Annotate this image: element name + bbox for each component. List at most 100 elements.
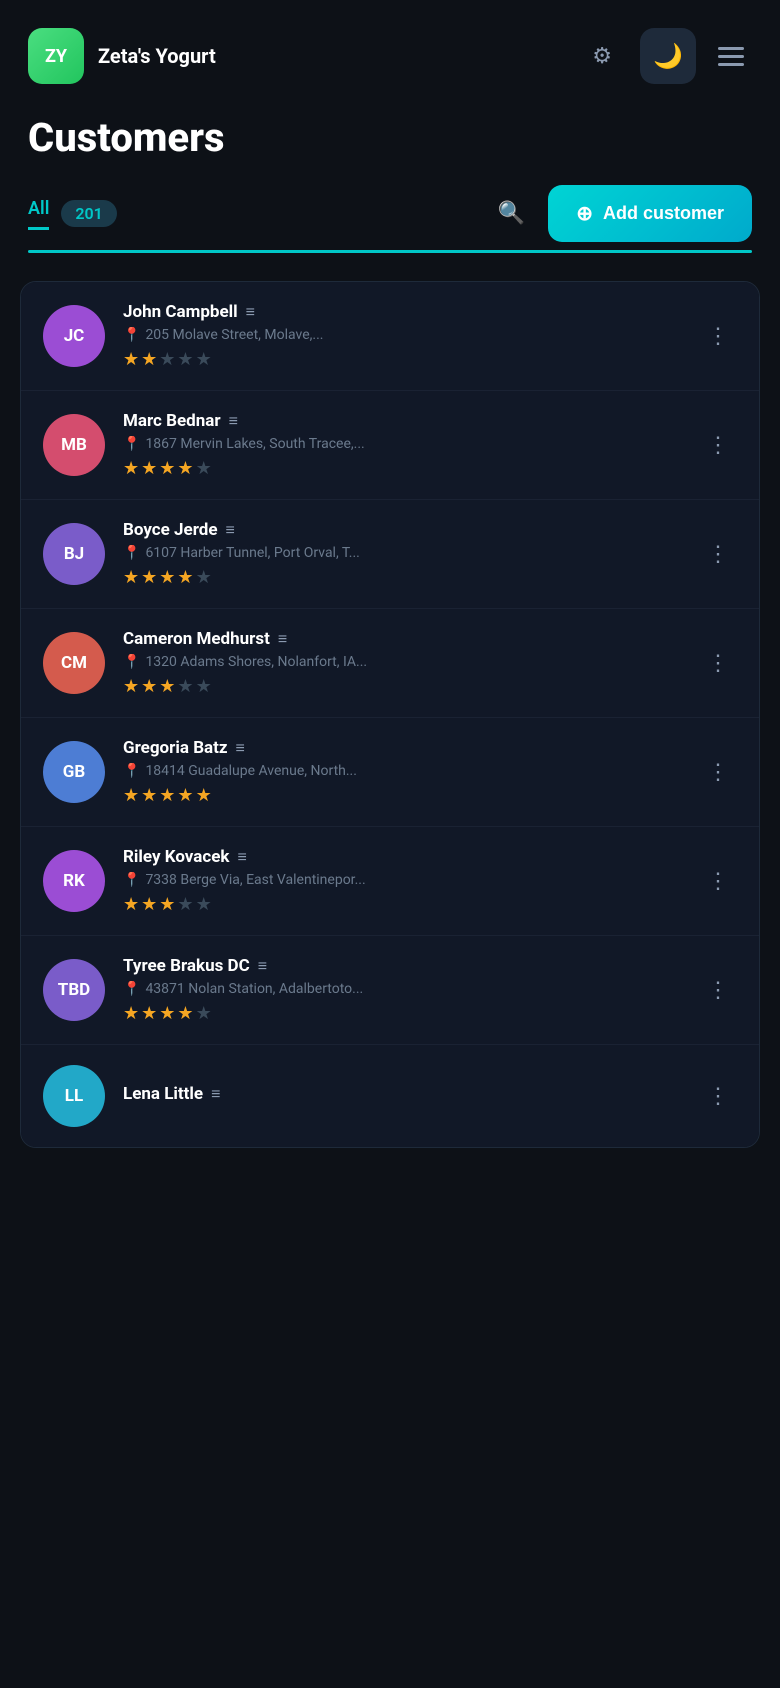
customer-info: Gregoria Batz ≡ 📍 18414 Guadalupe Avenue…	[123, 738, 681, 806]
moon-icon: 🌙	[653, 42, 683, 70]
avatar: CM	[43, 632, 105, 694]
customer-name-row: Marc Bednar ≡	[123, 411, 681, 431]
menu-line-2	[718, 55, 744, 58]
more-options-button[interactable]: ⋮	[699, 1076, 737, 1117]
filled-star-icon: ★	[177, 458, 193, 479]
customer-list: JC John Campbell ≡ 📍 205 Molave Street, …	[20, 281, 760, 1148]
star-rating: ★★★★★	[123, 567, 681, 588]
menu-line-1	[718, 47, 744, 50]
menu-button[interactable]	[710, 39, 752, 74]
filled-star-icon: ★	[159, 785, 175, 806]
location-icon: 📍	[123, 436, 140, 452]
avatar: MB	[43, 414, 105, 476]
customer-item[interactable]: CM Cameron Medhurst ≡ 📍 1320 Adams Shore…	[21, 609, 759, 718]
filled-star-icon: ★	[159, 1003, 175, 1024]
tab-all[interactable]: All	[28, 198, 49, 230]
gear-icon[interactable]: ⚙	[592, 44, 612, 69]
filled-star-icon: ★	[177, 785, 193, 806]
customer-name: Gregoria Batz	[123, 738, 228, 758]
filled-star-icon: ★	[141, 676, 157, 697]
customer-name-row: Cameron Medhurst ≡	[123, 629, 681, 649]
page-title: Customers	[28, 114, 752, 161]
more-options-button[interactable]: ⋮	[699, 752, 737, 793]
customer-info: Lena Little ≡	[123, 1084, 681, 1109]
customer-item[interactable]: BJ Boyce Jerde ≡ 📍 6107 Harber Tunnel, P…	[21, 500, 759, 609]
customer-item[interactable]: GB Gregoria Batz ≡ 📍 18414 Guadalupe Ave…	[21, 718, 759, 827]
customer-name-row: John Campbell ≡	[123, 302, 681, 322]
location-icon: 📍	[123, 763, 140, 779]
tab-group: All 201	[28, 198, 474, 230]
customer-info: Tyree Brakus DC ≡ 📍 43871 Nolan Station,…	[123, 956, 681, 1024]
add-customer-label: Add customer	[603, 203, 724, 224]
customer-info: Marc Bednar ≡ 📍 1867 Mervin Lakes, South…	[123, 411, 681, 479]
filled-star-icon: ★	[159, 567, 175, 588]
more-options-button[interactable]: ⋮	[699, 425, 737, 466]
filled-star-icon: ★	[123, 676, 139, 697]
address-text: 18414 Guadalupe Avenue, North...	[145, 763, 357, 779]
empty-star-icon: ★	[196, 567, 212, 588]
empty-star-icon: ★	[177, 894, 193, 915]
customer-item[interactable]: TBD Tyree Brakus DC ≡ 📍 43871 Nolan Stat…	[21, 936, 759, 1045]
filled-star-icon: ★	[159, 676, 175, 697]
location-icon: 📍	[123, 327, 140, 343]
customer-name-row: Riley Kovacek ≡	[123, 847, 681, 867]
filled-star-icon: ★	[123, 785, 139, 806]
customer-info: Boyce Jerde ≡ 📍 6107 Harber Tunnel, Port…	[123, 520, 681, 588]
customer-name: Lena Little	[123, 1084, 203, 1104]
location-icon: 📍	[123, 654, 140, 670]
more-options-button[interactable]: ⋮	[699, 643, 737, 684]
avatar: BJ	[43, 523, 105, 585]
empty-star-icon: ★	[177, 676, 193, 697]
dark-mode-button[interactable]: 🌙	[640, 28, 696, 84]
customer-item[interactable]: JC John Campbell ≡ 📍 205 Molave Street, …	[21, 282, 759, 391]
customer-name: Riley Kovacek	[123, 847, 230, 867]
list-details-icon: ≡	[278, 629, 287, 649]
tab-underline	[28, 250, 752, 253]
empty-star-icon: ★	[196, 349, 212, 370]
customer-name-row: Tyree Brakus DC ≡	[123, 956, 681, 976]
filled-star-icon: ★	[141, 567, 157, 588]
filled-star-icon: ★	[196, 785, 212, 806]
empty-star-icon: ★	[196, 894, 212, 915]
empty-star-icon: ★	[159, 349, 175, 370]
avatar: JC	[43, 305, 105, 367]
filled-star-icon: ★	[123, 458, 139, 479]
customer-address: 📍 6107 Harber Tunnel, Port Orval, T...	[123, 545, 681, 561]
avatar: TBD	[43, 959, 105, 1021]
more-options-button[interactable]: ⋮	[699, 861, 737, 902]
more-options-button[interactable]: ⋮	[699, 970, 737, 1011]
filled-star-icon: ★	[159, 458, 175, 479]
filled-star-icon: ★	[141, 785, 157, 806]
address-text: 43871 Nolan Station, Adalbertoto...	[145, 981, 363, 997]
customer-address: 📍 1867 Mervin Lakes, South Tracee,...	[123, 436, 681, 452]
customer-item[interactable]: RK Riley Kovacek ≡ 📍 7338 Berge Via, Eas…	[21, 827, 759, 936]
empty-star-icon: ★	[196, 1003, 212, 1024]
add-customer-button[interactable]: ⊕ Add customer	[548, 185, 752, 242]
customer-address: 📍 205 Molave Street, Molave,...	[123, 327, 681, 343]
empty-star-icon: ★	[196, 458, 212, 479]
list-details-icon: ≡	[226, 520, 235, 540]
customer-name: Tyree Brakus DC	[123, 956, 250, 976]
customer-address: 📍 18414 Guadalupe Avenue, North...	[123, 763, 681, 779]
customer-item[interactable]: LL Lena Little ≡ ⋮	[21, 1045, 759, 1147]
filled-star-icon: ★	[123, 1003, 139, 1024]
empty-star-icon: ★	[196, 676, 212, 697]
search-button[interactable]: 🔍	[490, 193, 532, 235]
address-text: 205 Molave Street, Molave,...	[145, 327, 323, 343]
avatar: RK	[43, 850, 105, 912]
star-rating: ★★★★★	[123, 785, 681, 806]
filled-star-icon: ★	[177, 567, 193, 588]
more-options-button[interactable]: ⋮	[699, 316, 737, 357]
filled-star-icon: ★	[141, 349, 157, 370]
filled-star-icon: ★	[159, 894, 175, 915]
list-details-icon: ≡	[246, 302, 255, 322]
filled-star-icon: ★	[123, 894, 139, 915]
star-rating: ★★★★★	[123, 1003, 681, 1024]
customer-name-row: Lena Little ≡	[123, 1084, 681, 1104]
menu-line-3	[718, 63, 744, 66]
more-options-button[interactable]: ⋮	[699, 534, 737, 575]
customer-name-row: Gregoria Batz ≡	[123, 738, 681, 758]
customer-item[interactable]: MB Marc Bednar ≡ 📍 1867 Mervin Lakes, So…	[21, 391, 759, 500]
filled-star-icon: ★	[141, 458, 157, 479]
customer-info: Cameron Medhurst ≡ 📍 1320 Adams Shores, …	[123, 629, 681, 697]
